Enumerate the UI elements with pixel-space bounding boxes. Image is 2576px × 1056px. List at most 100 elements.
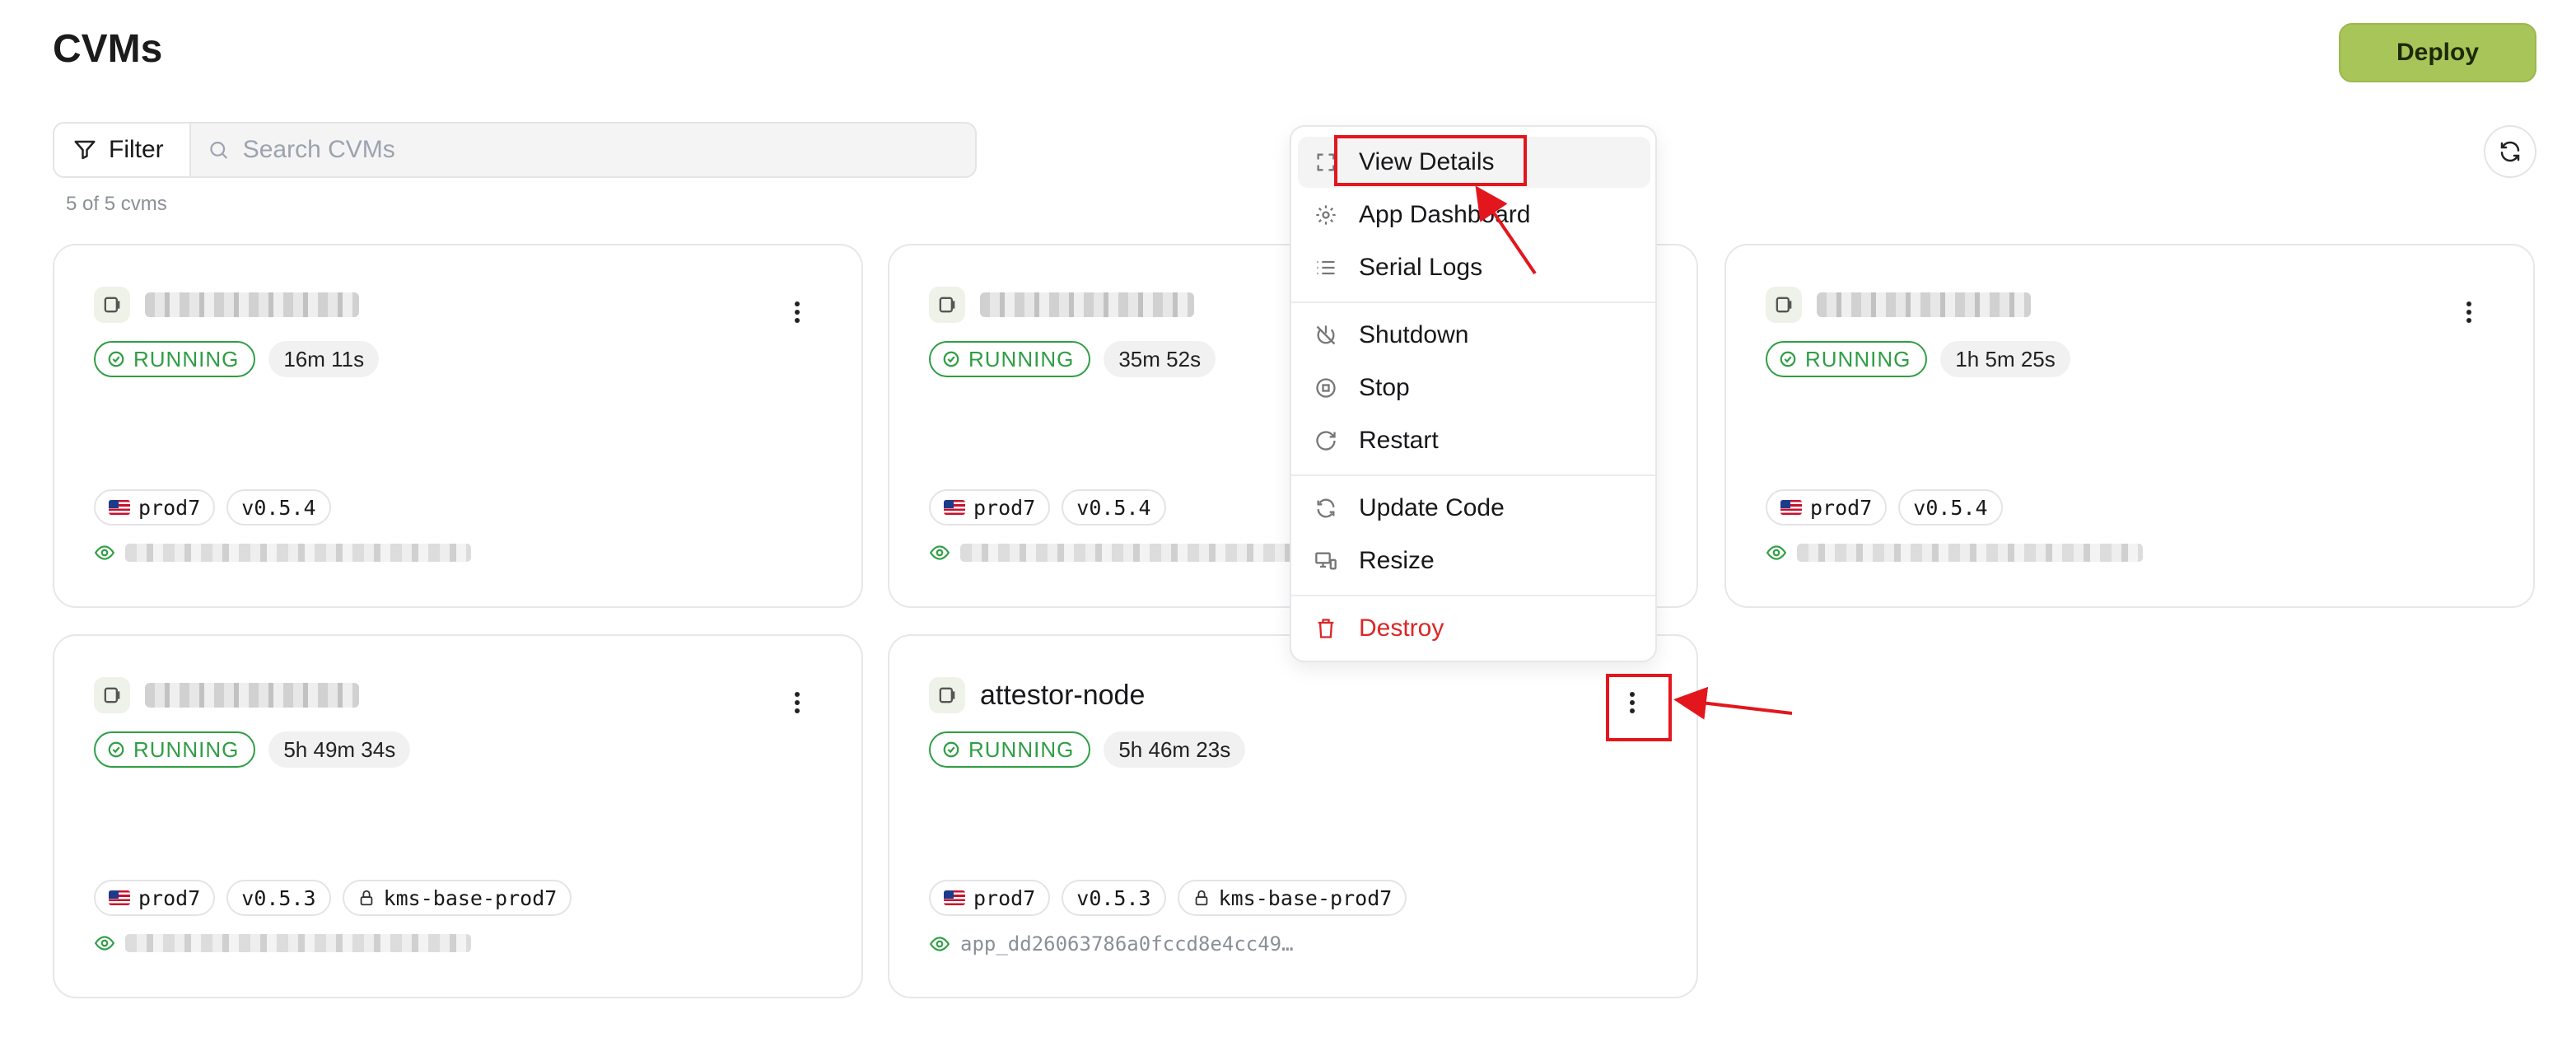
- refresh-button[interactable]: [2484, 125, 2536, 178]
- app-id-redacted: [960, 544, 1306, 562]
- flag-us-icon: [1780, 500, 1802, 515]
- filter-label: Filter: [109, 136, 164, 163]
- menu-item-restart[interactable]: Restart: [1298, 415, 1650, 466]
- app-icon: [929, 287, 965, 323]
- flag-us-icon: [109, 500, 130, 515]
- status-badge: RUNNING: [929, 341, 1091, 377]
- menu-item-label: Serial Logs: [1359, 254, 1483, 281]
- region-tag: prod7: [94, 880, 216, 916]
- menu-item-label: App Dashboard: [1359, 201, 1531, 228]
- menu-item-destroy[interactable]: Destroy: [1298, 603, 1650, 654]
- cvm-name-redacted: [145, 292, 359, 317]
- cvm-card[interactable]: RUNNING 1h 5m 25s prod7 v0.5.4: [1724, 244, 2535, 608]
- menu-separator: [1291, 301, 1655, 303]
- cvm-name-redacted: [980, 292, 1194, 317]
- cvm-card[interactable]: RUNNING 5h 49m 34s prod7 v0.5.3 kms-base…: [53, 634, 863, 998]
- app-icon: [94, 677, 130, 713]
- uptime-badge: 16m 11s: [268, 341, 380, 377]
- check-circle-icon: [1780, 351, 1796, 367]
- check-circle-icon: [943, 351, 959, 367]
- filter-icon: [74, 140, 96, 160]
- search-box: [191, 124, 975, 176]
- menu-item-label: Update Code: [1359, 494, 1505, 521]
- cvm-card[interactable]: RUNNING 16m 11s prod7 v0.5.4: [53, 244, 863, 608]
- kebab-icon: [795, 301, 800, 323]
- eye-icon: [929, 937, 950, 951]
- search-icon: [210, 141, 228, 159]
- lock-icon: [360, 890, 372, 906]
- menu-item-resize[interactable]: Resize: [1298, 535, 1650, 586]
- kebab-menu-button[interactable]: [781, 682, 814, 723]
- refresh-icon: [2500, 141, 2520, 162]
- menu-separator: [1291, 595, 1655, 596]
- check-circle-icon: [108, 351, 124, 367]
- region-label: prod7: [1810, 495, 1873, 520]
- flag-us-icon: [944, 500, 965, 515]
- app-id: app_dd26063786a0fccd8e4cc49…: [960, 932, 1294, 956]
- status-label: RUNNING: [1805, 346, 1911, 371]
- annotation-highlight-kebab: [1606, 674, 1672, 741]
- region-tag: prod7: [94, 489, 216, 526]
- kms-tag: kms-base-prod7: [1177, 880, 1407, 916]
- region-label: prod7: [138, 885, 201, 910]
- restart-icon: [1316, 431, 1336, 451]
- version-tag: v0.5.4: [226, 489, 331, 526]
- uptime-badge: 5h 46m 23s: [1104, 731, 1246, 768]
- gear-icon: [1316, 205, 1336, 225]
- kms-label: kms-base-prod7: [383, 885, 558, 910]
- kebab-menu-button[interactable]: [781, 292, 814, 333]
- update-icon: [1317, 498, 1335, 518]
- menu-item-stop[interactable]: Stop: [1298, 362, 1650, 414]
- app-icon: [1766, 287, 1802, 323]
- status-label: RUNNING: [133, 736, 240, 762]
- version-tag: v0.5.4: [1898, 489, 2003, 526]
- menu-item-label: Restart: [1359, 427, 1439, 454]
- version-tag: v0.5.3: [1062, 880, 1166, 916]
- status-badge: RUNNING: [94, 731, 256, 768]
- flag-us-icon: [944, 890, 965, 905]
- filter-button[interactable]: Filter: [54, 124, 191, 176]
- status-label: RUNNING: [968, 736, 1075, 762]
- status-label: RUNNING: [968, 346, 1075, 371]
- cvm-actions-menu: View Details App Dashboard Serial Logs S…: [1290, 125, 1657, 662]
- deploy-button[interactable]: Deploy: [2339, 23, 2536, 82]
- region-label: prod7: [973, 495, 1036, 520]
- version-tag: v0.5.3: [226, 880, 331, 916]
- app-icon: [94, 287, 130, 323]
- kms-label: kms-base-prod7: [1218, 885, 1393, 910]
- menu-item-serial-logs[interactable]: Serial Logs: [1298, 242, 1650, 293]
- region-tag: prod7: [929, 880, 1051, 916]
- status-badge: RUNNING: [94, 341, 256, 377]
- app-id-redacted: [125, 934, 471, 952]
- power-off-icon: [1316, 325, 1336, 345]
- trash-icon: [1318, 619, 1334, 638]
- stop-icon: [1316, 378, 1336, 398]
- app-icon: [929, 677, 965, 713]
- status-label: RUNNING: [133, 346, 240, 371]
- menu-item-app-dashboard[interactable]: App Dashboard: [1298, 189, 1650, 241]
- menu-separator: [1291, 474, 1655, 476]
- eye-icon: [929, 545, 950, 560]
- menu-item-label: Stop: [1359, 374, 1410, 401]
- cvm-card[interactable]: attestor-node RUNNING 5h 46m 23s prod7 v…: [888, 634, 1698, 998]
- menu-item-label: Shutdown: [1359, 321, 1469, 348]
- region-tag: prod7: [1766, 489, 1888, 526]
- lock-icon: [1195, 890, 1207, 906]
- kebab-menu-button[interactable]: [2452, 292, 2485, 333]
- toolbar: Filter: [53, 122, 977, 178]
- check-circle-icon: [943, 741, 959, 758]
- search-input[interactable]: [242, 136, 975, 164]
- resize-icon: [1315, 552, 1337, 570]
- eye-icon: [94, 936, 115, 951]
- region-tag: prod7: [929, 489, 1051, 526]
- menu-item-label: Destroy: [1359, 614, 1444, 642]
- status-badge: RUNNING: [929, 731, 1091, 768]
- app-id-redacted: [1797, 544, 2143, 562]
- annotation-highlight-view-details: [1334, 135, 1527, 186]
- menu-item-shutdown[interactable]: Shutdown: [1298, 310, 1650, 361]
- menu-item-update-code[interactable]: Update Code: [1298, 483, 1650, 534]
- list-icon: [1317, 260, 1335, 275]
- eye-icon: [1766, 545, 1787, 560]
- kms-tag: kms-base-prod7: [342, 880, 572, 916]
- kebab-icon: [795, 692, 800, 713]
